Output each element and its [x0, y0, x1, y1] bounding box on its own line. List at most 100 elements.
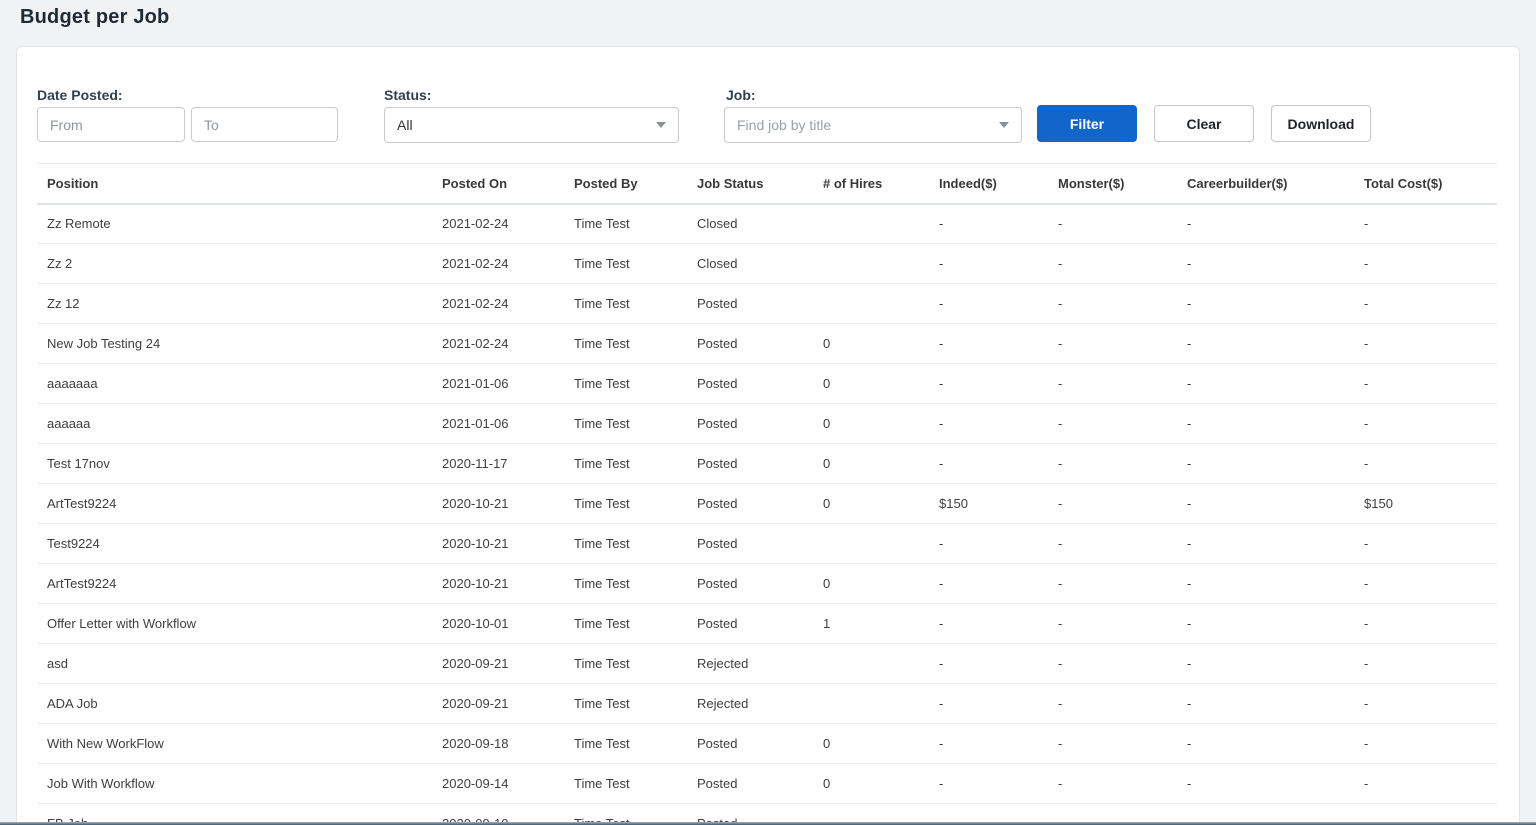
cell-hires — [813, 204, 929, 244]
cell-posted-by: Time Test — [564, 284, 687, 324]
cell-monster: - — [1048, 524, 1177, 564]
cell-job-status: Posted — [687, 604, 813, 644]
cell-posted-by: Time Test — [564, 244, 687, 284]
cell-total-cost: - — [1354, 684, 1497, 724]
cell-total-cost: - — [1354, 284, 1497, 324]
table-row: asd2020-09-21Time TestRejected---- — [37, 644, 1497, 684]
download-button[interactable]: Download — [1271, 105, 1371, 142]
cell-posted-by: Time Test — [564, 364, 687, 404]
cell-posted-by: Time Test — [564, 764, 687, 804]
cell-careerbuilder: - — [1177, 364, 1354, 404]
table-row: ArtTest92242020-10-21Time TestPosted0---… — [37, 564, 1497, 604]
cell-position: aaaaaaa — [37, 364, 432, 404]
column-header-posted-by: Posted By — [564, 164, 687, 204]
cell-careerbuilder: - — [1177, 564, 1354, 604]
status-select-value: All — [397, 117, 656, 133]
cell-careerbuilder: - — [1177, 644, 1354, 684]
cell-indeed: - — [929, 244, 1048, 284]
cell-job-status: Posted — [687, 324, 813, 364]
column-header-job-status: Job Status — [687, 164, 813, 204]
cell-posted-on: 2021-02-24 — [432, 244, 564, 284]
table-row: Job With Workflow2020-09-14Time TestPost… — [37, 764, 1497, 804]
status-select[interactable]: All — [384, 107, 679, 143]
table-row: aaaaaaa2021-01-06Time TestPosted0---- — [37, 364, 1497, 404]
date-to-input[interactable] — [191, 107, 338, 142]
cell-posted-by: Time Test — [564, 604, 687, 644]
cell-posted-on: 2021-02-24 — [432, 204, 564, 244]
column-header-position: Position — [37, 164, 432, 204]
cell-position: aaaaaa — [37, 404, 432, 444]
budget-table: PositionPosted OnPosted ByJob Status# of… — [37, 163, 1497, 825]
cell-monster: - — [1048, 244, 1177, 284]
cell-posted-on: 2020-09-18 — [432, 724, 564, 764]
cell-hires: 0 — [813, 724, 929, 764]
cell-posted-on: 2020-10-21 — [432, 564, 564, 604]
cell-posted-by: Time Test — [564, 444, 687, 484]
cell-indeed: - — [929, 364, 1048, 404]
cell-indeed: - — [929, 604, 1048, 644]
cell-indeed: - — [929, 404, 1048, 444]
cell-job-status: Rejected — [687, 644, 813, 684]
status-label: Status: — [384, 87, 431, 103]
chevron-down-icon — [999, 122, 1009, 128]
filter-button[interactable]: Filter — [1037, 105, 1137, 142]
cell-total-cost: $150 — [1354, 484, 1497, 524]
cell-position: ADA Job — [37, 684, 432, 724]
cell-monster: - — [1048, 724, 1177, 764]
cell-posted-by: Time Test — [564, 524, 687, 564]
cell-careerbuilder: - — [1177, 524, 1354, 564]
cell-careerbuilder: - — [1177, 684, 1354, 724]
cell-total-cost: - — [1354, 444, 1497, 484]
cell-monster: - — [1048, 404, 1177, 444]
cell-total-cost: - — [1354, 644, 1497, 684]
cell-job-status: Posted — [687, 284, 813, 324]
cell-posted-on: 2020-10-01 — [432, 604, 564, 644]
job-select[interactable]: Find job by title — [724, 107, 1022, 143]
date-from-input[interactable] — [37, 107, 185, 142]
cell-indeed: - — [929, 764, 1048, 804]
cell-posted-by: Time Test — [564, 644, 687, 684]
cell-careerbuilder: - — [1177, 604, 1354, 644]
cell-hires: 0 — [813, 764, 929, 804]
cell-position: Offer Letter with Workflow — [37, 604, 432, 644]
table-row: Zz Remote2021-02-24Time TestClosed---- — [37, 204, 1497, 244]
cell-posted-by: Time Test — [564, 204, 687, 244]
cell-monster: - — [1048, 764, 1177, 804]
cell-posted-on: 2021-01-06 — [432, 404, 564, 444]
cell-hires: 1 — [813, 604, 929, 644]
table-row: Test 17nov2020-11-17Time TestPosted0---- — [37, 444, 1497, 484]
table-row: ArtTest92242020-10-21Time TestPosted0$15… — [37, 484, 1497, 524]
cell-posted-by: Time Test — [564, 724, 687, 764]
cell-monster: - — [1048, 284, 1177, 324]
cell-total-cost: - — [1354, 524, 1497, 564]
cell-indeed: - — [929, 684, 1048, 724]
table-row: Test92242020-10-21Time TestPosted---- — [37, 524, 1497, 564]
cell-position: ArtTest9224 — [37, 484, 432, 524]
cell-careerbuilder: - — [1177, 324, 1354, 364]
cell-indeed: - — [929, 284, 1048, 324]
cell-hires — [813, 644, 929, 684]
chevron-down-icon — [656, 122, 666, 128]
cell-indeed: - — [929, 204, 1048, 244]
column-header-indeed: Indeed($) — [929, 164, 1048, 204]
cell-total-cost: - — [1354, 604, 1497, 644]
table-row: ADA Job2020-09-21Time TestRejected---- — [37, 684, 1497, 724]
date-posted-label: Date Posted: — [37, 87, 123, 103]
cell-monster: - — [1048, 604, 1177, 644]
cell-careerbuilder: - — [1177, 284, 1354, 324]
cell-monster: - — [1048, 204, 1177, 244]
cell-posted-on: 2021-01-06 — [432, 364, 564, 404]
cell-careerbuilder: - — [1177, 484, 1354, 524]
cell-job-status: Posted — [687, 724, 813, 764]
cell-posted-on: 2020-09-21 — [432, 684, 564, 724]
cell-total-cost: - — [1354, 724, 1497, 764]
cell-posted-by: Time Test — [564, 324, 687, 364]
clear-button[interactable]: Clear — [1154, 105, 1254, 142]
cell-posted-on: 2020-09-21 — [432, 644, 564, 684]
cell-posted-by: Time Test — [564, 564, 687, 604]
cell-indeed: - — [929, 524, 1048, 564]
cell-careerbuilder: - — [1177, 724, 1354, 764]
cell-job-status: Posted — [687, 364, 813, 404]
cell-hires — [813, 284, 929, 324]
cell-hires — [813, 524, 929, 564]
